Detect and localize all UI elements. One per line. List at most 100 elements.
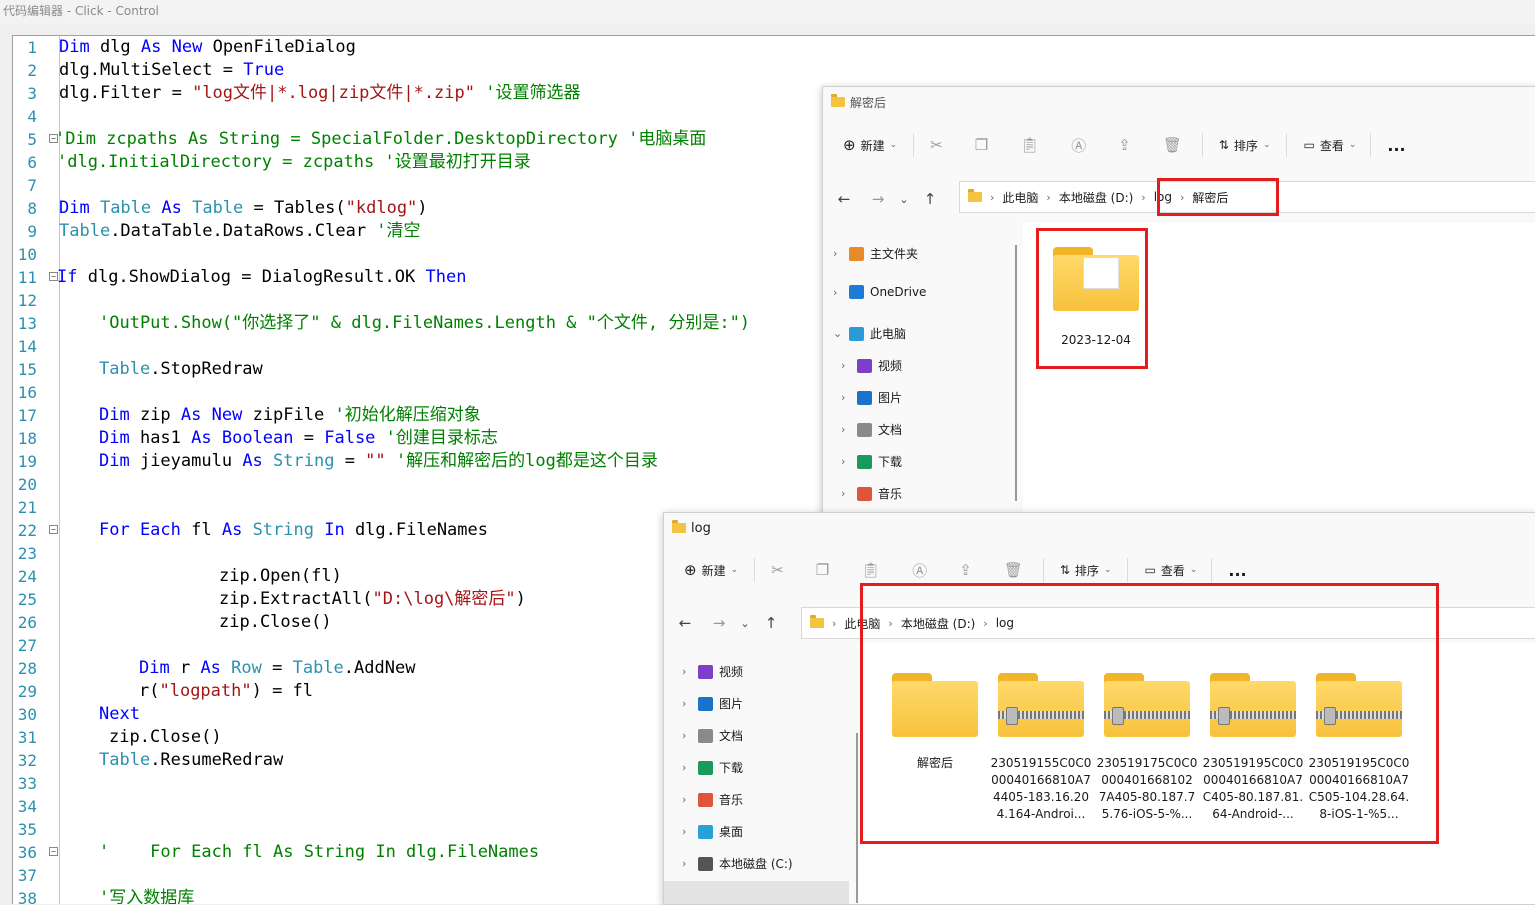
chevron-down-icon[interactable]: ⌄ — [833, 327, 843, 340]
code-text: zip.Close() — [109, 727, 222, 747]
forward-arrow-icon[interactable]: → — [865, 190, 891, 208]
more-button[interactable]: ... — [1387, 136, 1405, 155]
sidebar-item[interactable]: › 图片 — [841, 389, 902, 406]
chevron-right-icon[interactable]: › — [682, 697, 692, 710]
sidebar-item[interactable]: › 文档 — [841, 421, 902, 438]
delete-icon[interactable]: 🗑︎ — [1163, 136, 1182, 154]
sidebar-item[interactable]: › 桌面 — [682, 823, 743, 840]
code-text: Next — [99, 704, 140, 724]
sidebar-item-label: 文档 — [719, 729, 744, 743]
sidebar-item[interactable]: › 视频 — [682, 663, 743, 680]
chevron-down-icon: ⌄ — [889, 140, 898, 150]
sidebar-scrollbar[interactable] — [1015, 245, 1017, 501]
sidebar-item-label: 下载 — [878, 455, 903, 469]
view-icon: ▭ — [1303, 138, 1315, 152]
history-chevron-icon[interactable]: ⌄ — [732, 617, 758, 630]
chevron-right-icon[interactable]: › — [682, 665, 692, 678]
share-icon[interactable]: ⇪ — [959, 561, 972, 579]
highlight-box — [860, 583, 1439, 844]
paste-icon[interactable]: 📋︎ — [861, 561, 880, 579]
share-icon[interactable]: ⇪ — [1118, 136, 1131, 154]
breadcrumb-item[interactable]: 此电脑 — [1002, 189, 1038, 206]
sidebar-item-label: 本地磁盘 (C:) — [719, 857, 793, 871]
divider — [754, 558, 756, 582]
code-text: Dim dlg As New OpenFileDialog — [59, 37, 356, 57]
chevron-right-icon[interactable]: › — [841, 359, 851, 372]
chevron-right-icon[interactable]: › — [682, 793, 692, 806]
chevron-right-icon[interactable]: › — [833, 286, 843, 299]
line-number: 36 — [17, 843, 37, 862]
cut-icon[interactable]: ✂ — [771, 561, 784, 579]
sidebar-item[interactable]: › 视频 — [841, 357, 902, 374]
explorer-window-log[interactable]: log ⊕ 新建 ⌄ ✂ ❐ 📋︎ Ⓐ ⇪ 🗑︎ ⇅ 排序 ⌄ ▭ 查看 ⌄ .… — [663, 512, 1535, 905]
view-button[interactable]: ▭ 查看 ⌄ — [1144, 562, 1197, 579]
breadcrumb-separator: › — [832, 616, 837, 630]
chevron-right-icon[interactable]: › — [841, 423, 851, 436]
view-label: 查看 — [1160, 563, 1185, 578]
sort-icon: ⇅ — [1218, 138, 1229, 152]
sidebar-item[interactable]: › 音乐 — [682, 791, 743, 808]
back-arrow-icon[interactable]: ← — [831, 190, 857, 208]
sidebar-item[interactable]: › 下载 — [841, 453, 902, 470]
forward-arrow-icon[interactable]: → — [706, 614, 732, 632]
line-number: 19 — [17, 452, 37, 471]
sidebar-item-icon — [857, 422, 872, 437]
up-arrow-icon[interactable]: ↑ — [758, 614, 784, 632]
sidebar-item-icon — [698, 792, 713, 807]
fold-toggle-icon[interactable]: − — [49, 847, 58, 856]
sidebar-item[interactable]: › 音乐 — [841, 485, 902, 502]
sidebar-item[interactable]: › 图片 — [682, 695, 743, 712]
highlight-box — [1157, 178, 1279, 216]
fold-toggle-icon[interactable]: − — [49, 525, 58, 534]
breadcrumb-item[interactable]: 本地磁盘 (D:) — [1059, 189, 1133, 206]
chevron-right-icon[interactable]: › — [841, 455, 851, 468]
delete-icon[interactable]: 🗑︎ — [1004, 561, 1023, 579]
divider — [1211, 558, 1213, 582]
sort-button[interactable]: ⇅ 排序 ⌄ — [1060, 562, 1112, 579]
sort-button[interactable]: ⇅ 排序 ⌄ — [1219, 137, 1271, 154]
line-number: 11 — [17, 268, 37, 287]
new-button[interactable]: ⊕ 新建 ⌄ — [684, 561, 738, 579]
chevron-right-icon[interactable]: › — [682, 857, 692, 870]
sidebar-item[interactable]: › 本地磁盘 (C:) — [682, 855, 793, 872]
chevron-right-icon[interactable]: › — [841, 391, 851, 404]
chevron-right-icon[interactable]: › — [833, 247, 843, 260]
copy-icon[interactable]: ❐ — [975, 136, 988, 154]
sidebar-item-icon — [857, 390, 872, 405]
sidebar-item-label: 此电脑 — [870, 327, 907, 341]
sidebar-item[interactable]: › 主文件夹 — [833, 245, 918, 262]
sidebar-item[interactable]: ⌄ 此电脑 — [833, 325, 906, 342]
line-number: 35 — [17, 820, 37, 839]
history-chevron-icon[interactable]: ⌄ — [891, 193, 917, 206]
more-button[interactable]: ... — [1228, 561, 1246, 580]
copy-icon[interactable]: ❐ — [816, 561, 829, 579]
back-arrow-icon[interactable]: ← — [672, 614, 698, 632]
sidebar-item-icon — [698, 664, 713, 679]
chevron-right-icon[interactable]: › — [841, 487, 851, 500]
explorer-window-decrypted[interactable]: 解密后 ⊕ 新建 ⌄ ✂ ❐ 📋︎ Ⓐ ⇪ 🗑︎ ⇅ 排序 ⌄ ▭ 查看 ⌄ .… — [822, 86, 1535, 516]
new-button[interactable]: ⊕ 新建 ⌄ — [843, 136, 897, 154]
rename-icon[interactable]: Ⓐ — [1071, 135, 1086, 156]
paste-icon[interactable]: 📋︎ — [1020, 136, 1039, 154]
cut-icon[interactable]: ✂ — [930, 136, 943, 154]
chevron-right-icon[interactable]: › — [682, 729, 692, 742]
sidebar-item[interactable]: › 文档 — [682, 727, 743, 744]
chevron-right-icon[interactable]: › — [682, 825, 692, 838]
breadcrumb-separator: › — [1141, 190, 1146, 204]
sidebar-item[interactable]: › OneDrive — [833, 285, 926, 299]
folder-icon — [831, 94, 845, 107]
highlight-box — [1036, 228, 1148, 369]
view-button[interactable]: ▭ 查看 ⌄ — [1303, 137, 1356, 154]
line-number: 15 — [17, 360, 37, 379]
breadcrumb-separator: › — [990, 190, 995, 204]
sidebar-item-icon — [698, 760, 713, 775]
sort-label: 排序 — [1074, 563, 1099, 578]
up-arrow-icon[interactable]: ↑ — [917, 190, 943, 208]
chevron-right-icon[interactable]: › — [682, 761, 692, 774]
code-text: zip.ExtractAll("D:\log\解密后") — [219, 589, 526, 609]
line-number: 28 — [17, 659, 37, 678]
sidebar-scrollbar[interactable] — [856, 733, 858, 903]
rename-icon[interactable]: Ⓐ — [912, 560, 927, 581]
sidebar-item-icon — [849, 326, 864, 341]
sidebar-item[interactable]: › 下载 — [682, 759, 743, 776]
